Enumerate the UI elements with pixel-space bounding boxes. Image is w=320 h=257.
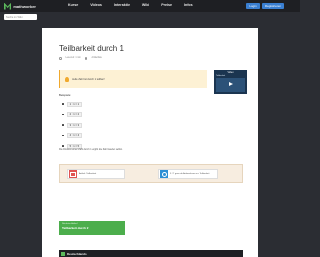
conclusion-text: Die Division einer Zahl durch 1 ergibt d… [59, 148, 123, 151]
next-article-label: Teilbarkeit durch 2 [62, 226, 89, 230]
top-navigation-bar: mathworker Kurse Videos Interaktiv Wiki … [0, 0, 300, 12]
bullet-icon [62, 145, 64, 147]
list-icon [84, 57, 88, 60]
related-links-box: Artikel: Teilbarkeit 3 / 7 ganz du Aufme… [59, 164, 243, 183]
logo-mark-icon [4, 2, 12, 10]
info-box: Jede Zahl ist durch 1 teilbar! [59, 70, 207, 88]
info-box-text: Jede Zahl ist durch 1 teilbar! [72, 77, 105, 81]
bullet-icon [62, 134, 64, 137]
nav-item-infos[interactable]: Infos [184, 3, 193, 7]
logo-mark-icon [61, 251, 65, 256]
next-article-button[interactable]: Nächster Artikel Teilbarkeit durch 2 [59, 221, 125, 235]
nav-item-wiki[interactable]: Wiki [142, 3, 149, 7]
bullet-icon [62, 103, 64, 105]
nav-item-interaktiv[interactable]: Interaktiv [114, 3, 130, 7]
examples-list: 1 : 1 = 1 2 : 1 = 2 3 : 1 = 3 4 : 1 = 4 … [62, 101, 83, 154]
example-equation: 1 : 1 = 1 [66, 101, 83, 107]
nav-item-preise[interactable]: Preise [161, 3, 172, 7]
video-thumbnail[interactable] [216, 78, 245, 92]
next-article-caption: Nächster Artikel [62, 223, 78, 225]
example-equation: 3 : 1 = 3 [66, 122, 83, 128]
main-nav: Kurse Videos Interaktiv Wiki Preise Info… [68, 3, 205, 7]
example-equation: 4 : 1 = 4 [66, 133, 83, 138]
article-card: Teilbarkeit durch 1 Lesezeit: 1 min Arti… [42, 28, 258, 257]
article-meta: Lesezeit: 1 min Artikelliste [59, 57, 102, 60]
article-list-link[interactable]: Artikelliste [91, 57, 101, 59]
related-link-article[interactable]: Artikel: Teilbarkeit [67, 169, 125, 179]
examples-heading: Beispiele: [59, 93, 72, 97]
related-link-label: Artikel: Teilbarkeit [79, 172, 97, 175]
footer-banner-text: Deutschlands [67, 251, 87, 256]
list-item: 3 : 1 = 3 [62, 122, 83, 128]
page-title: Teilbarkeit durch 1 [59, 44, 124, 53]
related-link-label: 3 / 7 ganz du Aufmerksam zu: Teilbarkeit [170, 172, 210, 175]
document-icon [69, 170, 77, 178]
play-icon[interactable] [229, 82, 233, 86]
search-input[interactable]: Suche im Wiki [4, 14, 37, 20]
nav-item-videos[interactable]: Videos [90, 3, 102, 7]
reading-time: Lesezeit: 1 min [65, 57, 81, 60]
list-item: 1 : 1 = 1 [62, 101, 83, 107]
list-item: 2 : 1 = 2 [62, 112, 83, 118]
logo-text: mathworker [13, 3, 36, 9]
nav-item-kurse[interactable]: Kurse [68, 3, 78, 7]
list-item: 4 : 1 = 4 [62, 133, 83, 139]
video-title: Video [227, 71, 234, 74]
register-button[interactable]: Registrieren [262, 3, 284, 9]
bullet-icon [62, 113, 64, 116]
lightbulb-icon [160, 170, 168, 178]
video-subtitle: Teilbarkeit [216, 75, 226, 77]
video-teaser[interactable]: Video Teilbarkeit [214, 70, 247, 94]
related-link-exercise[interactable]: 3 / 7 ganz du Aufmerksam zu: Teilbarkeit [158, 169, 218, 179]
lightbulb-icon [65, 76, 69, 82]
search-placeholder: Suche im Wiki [6, 15, 23, 19]
logo[interactable]: mathworker [4, 2, 36, 10]
example-equation: 2 : 1 = 2 [66, 112, 83, 117]
clock-icon [59, 57, 62, 60]
bullet-icon [62, 124, 64, 126]
login-button[interactable]: Login [246, 3, 260, 9]
footer-banner: Deutschlands [59, 250, 243, 257]
